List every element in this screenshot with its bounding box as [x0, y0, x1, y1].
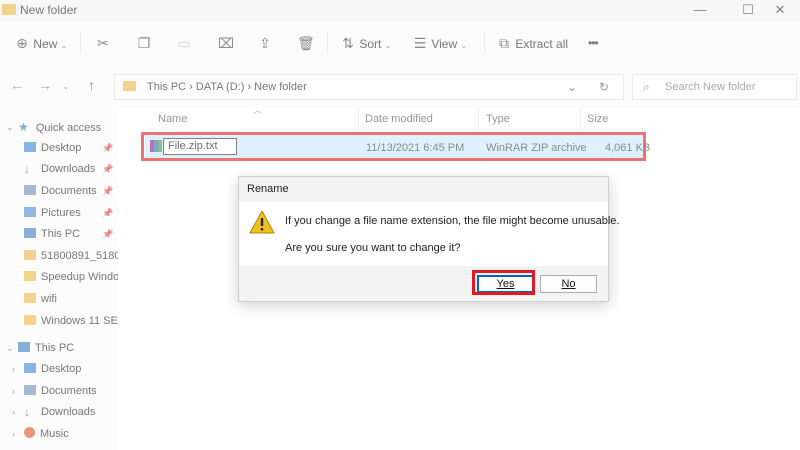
dialog-body: If you change a file name extension, the…: [239, 202, 620, 266]
no-button[interactable]: No: [540, 275, 597, 293]
rename-dialog: Rename If you change a file name extensi…: [238, 176, 620, 302]
dialog-title: Rename: [247, 183, 289, 195]
warning-icon: [249, 210, 275, 234]
dialog-message: If you change a file name extension, the…: [285, 215, 620, 227]
dialog-question: Are you sure you want to change it?: [285, 242, 461, 254]
highlight-box: [472, 270, 535, 295]
